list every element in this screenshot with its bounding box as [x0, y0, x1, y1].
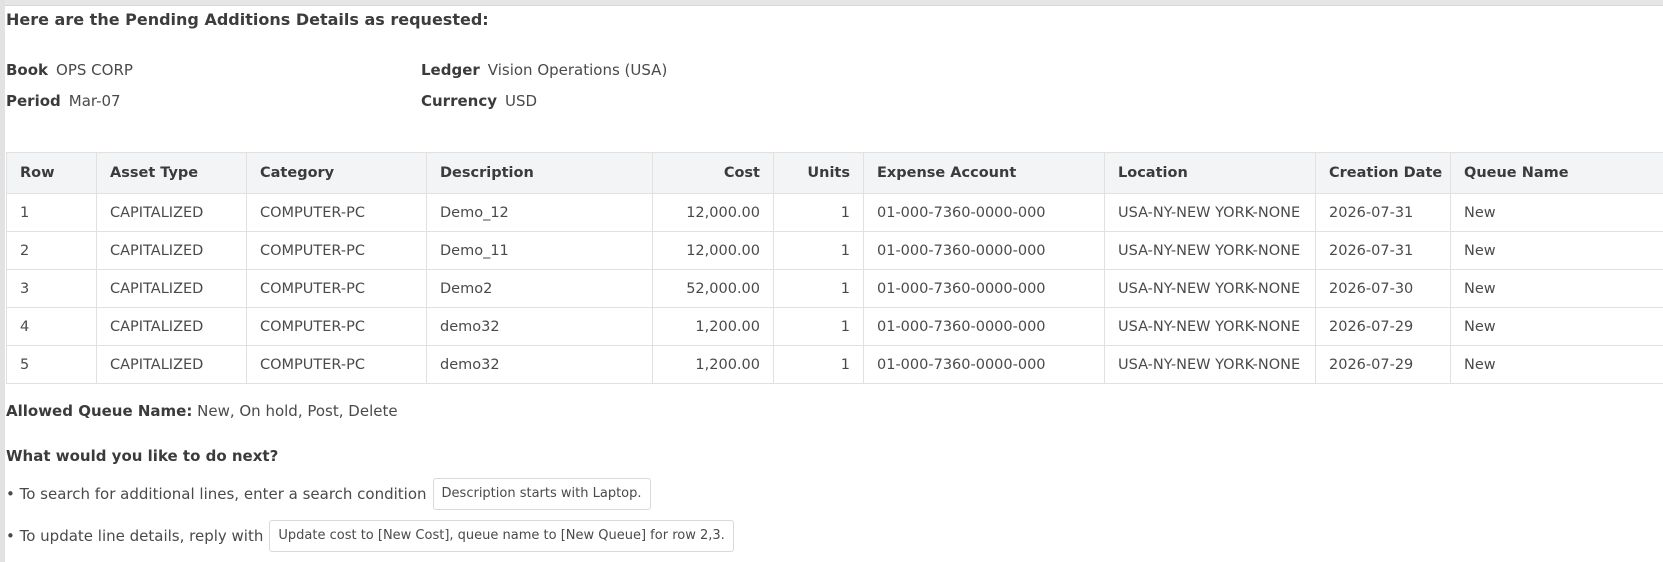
message-heading: Here are the Pending Additions Details a… — [6, 10, 489, 29]
column-header-description[interactable]: Description — [426, 152, 653, 194]
cell-queue-name: New — [1450, 231, 1663, 270]
chat-message: Here are the Pending Additions Details a… — [6, 6, 1663, 552]
cell-location: USA-NY-NEW YORK-NONE — [1104, 345, 1316, 384]
cell-location: USA-NY-NEW YORK-NONE — [1104, 193, 1316, 232]
search-tip-text: • To search for additional lines, enter … — [6, 485, 427, 503]
column-header-creation-date[interactable]: Creation Date — [1315, 152, 1451, 194]
currency-value: USD — [505, 92, 538, 110]
column-header-row[interactable]: Row — [6, 152, 97, 194]
cell-cost: 52,000.00 — [652, 269, 774, 308]
book-value: OPS CORP — [56, 61, 133, 79]
column-header-queue-name[interactable]: Queue Name — [1450, 152, 1663, 194]
book-label: Book — [6, 61, 49, 79]
cell-category: COMPUTER-PC — [246, 193, 427, 232]
cell-cost: 12,000.00 — [652, 193, 774, 232]
table-row: 3 CAPITALIZED COMPUTER-PC Demo2 52,000.0… — [6, 269, 1663, 308]
cell-category: COMPUTER-PC — [246, 231, 427, 270]
currency-field: Currency USD — [421, 91, 537, 111]
cell-expense-account: 01-000-7360-0000-000 — [863, 193, 1105, 232]
cell-queue-name: New — [1450, 307, 1663, 346]
column-header-category[interactable]: Category — [246, 152, 427, 194]
cell-row: 4 — [6, 307, 97, 346]
cell-description: Demo2 — [426, 269, 653, 308]
update-tip-text: • To update line details, reply with — [6, 527, 264, 545]
cell-queue-name: New — [1450, 193, 1663, 232]
table-row: 4 CAPITALIZED COMPUTER-PC demo32 1,200.0… — [6, 307, 1663, 346]
ledger-value: Vision Operations (USA) — [487, 61, 668, 79]
period-field: Period Mar-07 — [6, 91, 121, 111]
column-header-location[interactable]: Location — [1104, 152, 1316, 194]
update-tip: • To update line details, reply with Upd… — [6, 520, 1663, 552]
allowed-queue-label: Allowed Queue Name: — [6, 402, 193, 420]
cell-units: 1 — [773, 307, 864, 346]
cell-description: Demo_11 — [426, 231, 653, 270]
table-row: 1 CAPITALIZED COMPUTER-PC Demo_12 12,000… — [6, 193, 1663, 232]
cell-expense-account: 01-000-7360-0000-000 — [863, 345, 1105, 384]
cell-units: 1 — [773, 345, 864, 384]
column-header-cost[interactable]: Cost — [652, 152, 774, 194]
table-header-row: Row Asset Type Category Description Cost… — [6, 152, 1663, 194]
ledger-field: Ledger Vision Operations (USA) — [421, 60, 667, 80]
cell-creation-date: 2026-07-29 — [1315, 307, 1451, 346]
cell-row: 5 — [6, 345, 97, 384]
update-suggestion-chip[interactable]: Update cost to [New Cost], queue name to… — [269, 520, 734, 552]
cell-location: USA-NY-NEW YORK-NONE — [1104, 231, 1316, 270]
cell-category: COMPUTER-PC — [246, 307, 427, 346]
cell-asset-type: CAPITALIZED — [96, 193, 247, 232]
cell-description: Demo_12 — [426, 193, 653, 232]
column-header-units[interactable]: Units — [773, 152, 864, 194]
cell-cost: 1,200.00 — [652, 345, 774, 384]
follow-up-section: Allowed Queue Name: New, On hold, Post, … — [6, 401, 1663, 552]
cell-category: COMPUTER-PC — [246, 269, 427, 308]
allowed-queue-values: New, On hold, Post, Delete — [197, 402, 398, 420]
pending-additions-table: Row Asset Type Category Description Cost… — [6, 152, 1663, 384]
column-header-asset-type[interactable]: Asset Type — [96, 152, 247, 194]
cell-queue-name: New — [1450, 269, 1663, 308]
cell-queue-name: New — [1450, 345, 1663, 384]
cell-expense-account: 01-000-7360-0000-000 — [863, 307, 1105, 346]
cell-asset-type: CAPITALIZED — [96, 269, 247, 308]
book-field: Book OPS CORP — [6, 60, 133, 80]
cell-category: COMPUTER-PC — [246, 345, 427, 384]
table-row: 2 CAPITALIZED COMPUTER-PC Demo_11 12,000… — [6, 231, 1663, 270]
period-label: Period — [6, 92, 61, 110]
cell-description: demo32 — [426, 345, 653, 384]
cell-creation-date: 2026-07-30 — [1315, 269, 1451, 308]
cell-creation-date: 2026-07-29 — [1315, 345, 1451, 384]
cell-asset-type: CAPITALIZED — [96, 345, 247, 384]
cell-units: 1 — [773, 231, 864, 270]
cell-cost: 12,000.00 — [652, 231, 774, 270]
cell-location: USA-NY-NEW YORK-NONE — [1104, 269, 1316, 308]
search-suggestion-chip[interactable]: Description starts with Laptop. — [432, 478, 651, 510]
period-value: Mar-07 — [68, 92, 121, 110]
search-tip: • To search for additional lines, enter … — [6, 478, 1663, 510]
next-step-question: What would you like to do next? — [6, 447, 279, 465]
window-left-border — [0, 0, 5, 562]
cell-description: demo32 — [426, 307, 653, 346]
currency-label: Currency — [421, 92, 498, 110]
column-header-expense-account[interactable]: Expense Account — [863, 152, 1105, 194]
cell-row: 1 — [6, 193, 97, 232]
cell-asset-type: CAPITALIZED — [96, 231, 247, 270]
allowed-queue-names: Allowed Queue Name: New, On hold, Post, … — [6, 401, 1663, 421]
cell-location: USA-NY-NEW YORK-NONE — [1104, 307, 1316, 346]
cell-row: 3 — [6, 269, 97, 308]
cell-cost: 1,200.00 — [652, 307, 774, 346]
summary-fields: Book OPS CORP Ledger Vision Operations (US… — [6, 60, 1663, 120]
cell-units: 1 — [773, 193, 864, 232]
cell-expense-account: 01-000-7360-0000-000 — [863, 269, 1105, 308]
ledger-label: Ledger — [421, 61, 480, 79]
cell-row: 2 — [6, 231, 97, 270]
cell-asset-type: CAPITALIZED — [96, 307, 247, 346]
cell-creation-date: 2026-07-31 — [1315, 193, 1451, 232]
cell-creation-date: 2026-07-31 — [1315, 231, 1451, 270]
table-row: 5 CAPITALIZED COMPUTER-PC demo32 1,200.0… — [6, 345, 1663, 384]
cell-expense-account: 01-000-7360-0000-000 — [863, 231, 1105, 270]
cell-units: 1 — [773, 269, 864, 308]
